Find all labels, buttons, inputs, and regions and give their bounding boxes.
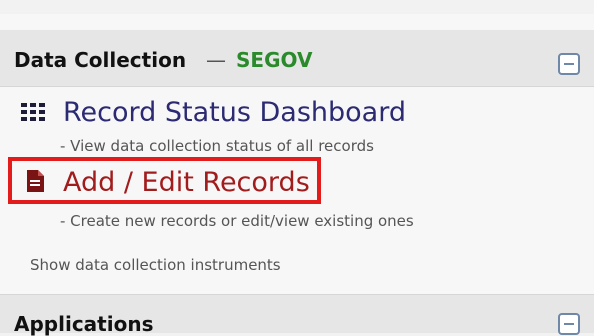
section-separator: — xyxy=(206,48,226,72)
add-edit-records-link[interactable]: Add / Edit Records xyxy=(63,167,310,198)
collapse-button[interactable] xyxy=(558,53,580,75)
project-name: SEGOV xyxy=(236,48,313,72)
record-status-description: - View data collection status of all rec… xyxy=(60,137,374,155)
add-edit-description: - Create new records or edit/view existi… xyxy=(60,212,414,230)
minus-icon xyxy=(564,323,574,325)
grid-icon xyxy=(21,103,45,121)
minus-icon xyxy=(564,63,574,65)
applications-collapse-button[interactable] xyxy=(558,313,580,335)
panel-header: Data Collection — SEGOV xyxy=(0,30,594,87)
show-instruments-link[interactable]: Show data collection instruments xyxy=(30,256,281,274)
record-status-dashboard-link[interactable]: Record Status Dashboard xyxy=(63,97,406,128)
data-collection-panel: Data Collection — SEGOV Record Status Da… xyxy=(0,14,594,336)
document-icon xyxy=(27,170,44,192)
applications-title: Applications xyxy=(14,312,154,336)
section-title: Data Collection xyxy=(14,48,187,72)
top-strip xyxy=(0,0,594,15)
applications-header: Applications xyxy=(0,294,594,336)
